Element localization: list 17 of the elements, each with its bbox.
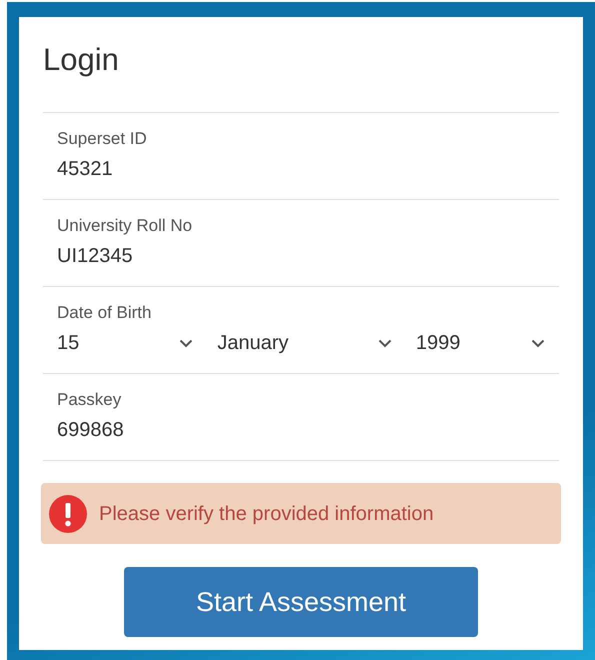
input-field[interactable]: 699868 xyxy=(57,416,545,444)
alert-message: Please verify the provided information xyxy=(99,502,434,526)
exclamation-icon xyxy=(49,494,87,532)
start-assessment-button[interactable]: Start Assessment xyxy=(124,567,478,637)
dropdown-field[interactable]: January xyxy=(217,329,392,357)
dropdown-field[interactable]: 1999 xyxy=(416,329,545,357)
field-label: University Roll No xyxy=(57,215,194,237)
chevron-down-icon xyxy=(378,338,392,348)
chevron-down-icon xyxy=(179,338,194,348)
field-label: Date of Birth xyxy=(57,302,152,324)
dropdown-field[interactable]: 15 xyxy=(57,329,194,357)
input-field[interactable]: UI12345 xyxy=(57,242,545,270)
card-title: Login xyxy=(43,41,120,79)
chevron-down-icon xyxy=(531,338,545,348)
input-field[interactable]: 45321 xyxy=(57,155,545,183)
field-label: Superset ID xyxy=(57,128,148,150)
field-label: Passkey xyxy=(57,389,122,411)
